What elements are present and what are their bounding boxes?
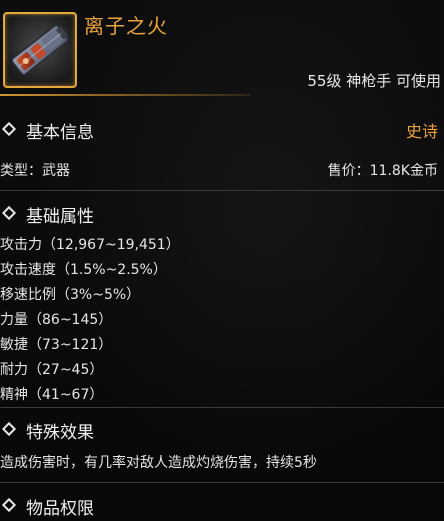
- item-price: 售价：11.8K金币: [327, 163, 438, 179]
- section-title-basic-info: 基本信息: [26, 123, 94, 143]
- attribute-line: 攻击速度（1.5%~2.5%）: [0, 262, 167, 278]
- section-title-permissions: 物品权限: [26, 499, 94, 519]
- item-requirement: 55级 神枪手 可使用: [307, 72, 441, 90]
- rarity-label: 史诗: [405, 122, 438, 141]
- divider: [0, 407, 444, 408]
- section-permissions: 物品权限: [0, 492, 444, 520]
- diamond-icon: [1, 421, 17, 437]
- section-special-effect: 特殊效果: [0, 416, 444, 444]
- item-header: 离子之火 55级 神枪手 可使用: [0, 0, 444, 98]
- diamond-icon: [1, 121, 17, 137]
- divider: [0, 482, 444, 483]
- header-divider: [0, 94, 250, 96]
- attribute-line: 力量（86~145）: [0, 312, 113, 328]
- item-tooltip-panel: 离子之火 55级 神枪手 可使用 基本信息 史诗 类型：武器 售价：11.8K金…: [0, 0, 444, 521]
- diamond-icon: [1, 497, 17, 513]
- section-base-attributes: 基础属性: [0, 200, 444, 228]
- attribute-line: 耐力（27~45）: [0, 362, 104, 378]
- section-title-base-attributes: 基础属性: [26, 207, 94, 227]
- divider: [0, 190, 444, 191]
- section-title-special-effect: 特殊效果: [26, 423, 94, 443]
- attribute-line: 移速比例（3%~5%）: [0, 287, 141, 303]
- weapon-gun-icon[interactable]: [3, 12, 77, 88]
- attribute-line: 攻击力（12,967~19,451）: [0, 237, 180, 253]
- item-name: 离子之火: [84, 14, 168, 38]
- attribute-line: 精神（41~67）: [0, 387, 104, 403]
- item-type: 类型：武器: [0, 163, 70, 179]
- attribute-line: 敏捷（73~121）: [0, 337, 113, 353]
- special-effect-text: 造成伤害时，有几率对敌人造成灼烧伤害，持续5秒: [0, 455, 317, 471]
- diamond-icon: [1, 205, 17, 221]
- section-basic-info: 基本信息 史诗: [0, 116, 444, 144]
